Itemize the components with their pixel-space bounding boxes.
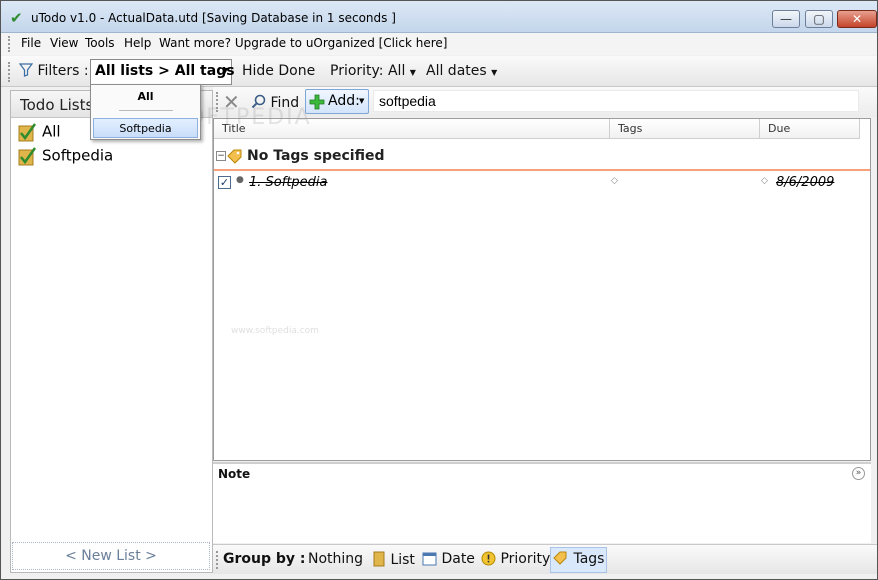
task-toolbar: ✕ Find Add: ▼ bbox=[213, 87, 877, 117]
task-list: Title Tags Due − No Tags specified ✓ ● 1… bbox=[213, 118, 871, 461]
app-window: ✔ uTodo v1.0 - ActualData.utd [Saving Da… bbox=[0, 0, 878, 580]
group-by-list[interactable]: List bbox=[372, 551, 415, 568]
lists-tags-value: All lists > All tags bbox=[95, 63, 235, 79]
maximize-button[interactable]: ▢ bbox=[805, 10, 833, 28]
group-by-tags-label: Tags bbox=[573, 551, 605, 567]
dates-filter-value: All dates bbox=[426, 63, 487, 79]
bullet-icon: ● bbox=[236, 175, 244, 185]
menu-upgrade[interactable]: Want more? Upgrade to uOrganized [Click … bbox=[159, 36, 447, 50]
note-panel[interactable]: Note » bbox=[213, 462, 871, 543]
task-row[interactable]: ✓ ● 1. Softpedia ◇ ◇ 8/6/2009 bbox=[214, 173, 870, 193]
list-item-softpedia[interactable]: Softpedia bbox=[17, 146, 113, 168]
group-by-priority-label: Priority bbox=[500, 551, 551, 567]
search-input[interactable] bbox=[373, 90, 859, 112]
dropdown-item-all[interactable]: All bbox=[93, 87, 198, 107]
list-item-all-label: All bbox=[42, 122, 61, 141]
priority-icon bbox=[481, 551, 496, 566]
tag-marker-icon: ◇ bbox=[611, 176, 618, 186]
expand-note-icon[interactable]: » bbox=[852, 467, 865, 480]
add-label: Add: bbox=[328, 93, 360, 109]
todo-lists-title: Todo Lists bbox=[20, 96, 94, 114]
add-task-button[interactable]: Add: ▼ bbox=[305, 89, 369, 114]
column-due[interactable]: Due bbox=[760, 119, 860, 139]
column-tags[interactable]: Tags bbox=[610, 119, 760, 139]
list-item-softpedia-label: Softpedia bbox=[42, 146, 114, 165]
filter-grip bbox=[8, 62, 11, 82]
tag-dropdown-menu: All Softpedia bbox=[90, 84, 201, 140]
group-by-grip bbox=[216, 551, 219, 569]
dropdown-item-softpedia[interactable]: Softpedia bbox=[93, 118, 198, 138]
folder-check-icon bbox=[17, 146, 37, 166]
chevron-down-icon: ▼ bbox=[359, 97, 365, 105]
group-by-date-label: Date bbox=[441, 551, 475, 567]
group-by-date[interactable]: Date bbox=[422, 551, 475, 567]
dropdown-divider bbox=[119, 110, 173, 111]
due-marker-icon: ◇ bbox=[761, 176, 768, 186]
hide-done-button[interactable]: Hide Done bbox=[242, 63, 315, 79]
calendar-icon bbox=[422, 552, 437, 566]
menu-view[interactable]: View bbox=[50, 36, 78, 50]
close-button[interactable]: ✕ bbox=[837, 10, 877, 28]
collapse-icon[interactable]: − bbox=[216, 151, 226, 161]
funnel-icon bbox=[18, 63, 34, 77]
task-due[interactable]: 8/6/2009 bbox=[776, 175, 834, 190]
filter-toolbar: Filters : All lists > All tags ▼ Hide Do… bbox=[1, 56, 877, 87]
tag-icon bbox=[227, 149, 242, 164]
list-book-icon bbox=[373, 551, 385, 567]
chevron-down-icon: ▼ bbox=[222, 66, 229, 75]
chevron-down-icon: ▼ bbox=[409, 68, 416, 77]
folder-check-icon bbox=[17, 122, 37, 142]
menu-bar: File View Tools Help Want more? Upgrade … bbox=[1, 33, 877, 55]
filters-label: Filters : bbox=[18, 63, 89, 79]
minimize-button[interactable]: — bbox=[772, 10, 800, 28]
group-label: No Tags specified bbox=[247, 148, 385, 164]
window-title: uTodo v1.0 - ActualData.utd [Saving Data… bbox=[31, 11, 396, 25]
note-label: Note bbox=[218, 467, 251, 481]
group-by-tags[interactable]: Tags bbox=[553, 551, 604, 567]
title-bar: ✔ uTodo v1.0 - ActualData.utd [Saving Da… bbox=[1, 1, 877, 33]
app-check-icon: ✔ bbox=[10, 9, 23, 27]
priority-filter[interactable]: Priority: All ▼ bbox=[330, 63, 416, 79]
group-by-priority[interactable]: Priority bbox=[481, 551, 550, 567]
menu-tools[interactable]: Tools bbox=[85, 36, 115, 50]
group-by-label: Group by : bbox=[223, 551, 306, 567]
chevron-down-icon: ▼ bbox=[491, 68, 498, 77]
task-done-checkbox[interactable]: ✓ bbox=[218, 176, 231, 189]
menu-help[interactable]: Help bbox=[124, 36, 151, 50]
lists-tags-dropdown[interactable]: All lists > All tags ▼ bbox=[90, 59, 235, 85]
task-title[interactable]: 1. Softpedia bbox=[249, 175, 328, 190]
watermark-url: www.softpedia.com bbox=[231, 326, 319, 336]
todo-lists-panel: Todo Lists All Softpedia < New List > bbox=[10, 90, 213, 573]
group-header[interactable]: − No Tags specified bbox=[214, 143, 870, 171]
new-list-button[interactable]: < New List > bbox=[12, 542, 210, 570]
group-by-bar: Group by : Nothing List Date Priority Ta… bbox=[213, 544, 877, 574]
menu-grip bbox=[8, 36, 11, 52]
menu-file[interactable]: File bbox=[21, 36, 41, 50]
list-item-all[interactable]: All bbox=[17, 122, 61, 144]
priority-filter-value: Priority: All bbox=[330, 63, 406, 79]
filters-label-text: Filters : bbox=[37, 63, 89, 79]
group-by-nothing[interactable]: Nothing bbox=[308, 551, 363, 567]
tag-icon bbox=[553, 551, 567, 565]
group-by-list-label: List bbox=[390, 552, 415, 568]
dates-filter[interactable]: All dates ▼ bbox=[426, 63, 497, 79]
